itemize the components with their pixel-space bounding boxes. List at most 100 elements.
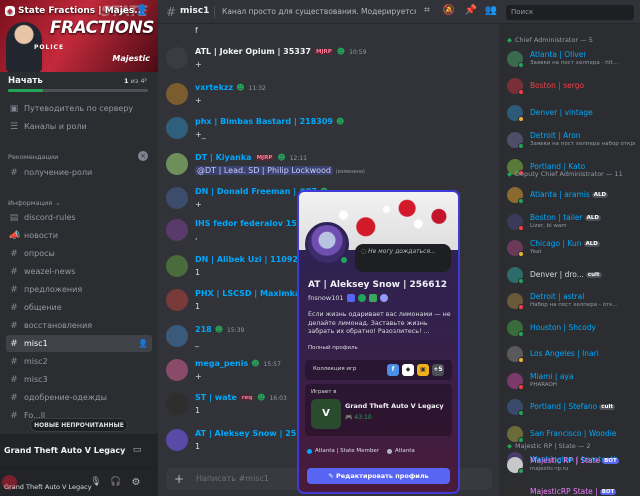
member-item[interactable]: Detroit | astral Набор на пост хелпера - … xyxy=(503,290,638,312)
chevron-down-icon[interactable]: ⌄ xyxy=(118,6,126,16)
member-item[interactable]: Houston | Shcody xyxy=(503,317,638,339)
avatar[interactable] xyxy=(166,429,188,451)
channel-item[interactable]: # misc1 👤 xyxy=(6,335,152,352)
avatar[interactable] xyxy=(166,325,188,347)
avatar[interactable] xyxy=(166,47,188,69)
role-emoji-icon: ☻ xyxy=(277,153,286,162)
guide-icon: ▣ xyxy=(9,103,19,114)
getting-started-title: Начать xyxy=(8,76,43,86)
profile-bio: Если жизнь одаривает вас лимонами — не д… xyxy=(308,311,451,335)
channel-item[interactable]: # общение xyxy=(6,299,152,316)
sidebar-item-guide[interactable]: ▣ Путеводитель по серверу xyxy=(6,100,152,117)
channel-item[interactable]: # misc3 xyxy=(6,371,152,388)
member-item[interactable]: Atlanta | Oliver Заявки на пост хелпера -… xyxy=(503,48,638,70)
member-item[interactable]: Atlanta | aramis ALD xyxy=(503,184,638,206)
channel-item[interactable]: # восстановления xyxy=(6,317,152,334)
member-item[interactable]: MajesticRP State | BOT xyxy=(503,481,638,496)
activity-panel[interactable]: Grand Theft Auto V Legacy ▭ xyxy=(0,434,158,468)
booster-badge-icon[interactable] xyxy=(357,294,366,302)
hypesquad-badge-icon[interactable] xyxy=(379,294,388,302)
message-author[interactable]: vxrtekzz ☻ 11:32 xyxy=(195,83,266,92)
game-collection-label: Коллекция игр xyxy=(313,366,357,372)
avatar[interactable] xyxy=(166,255,188,277)
composer-placeholder: Написать #misc1 xyxy=(196,474,269,483)
members-list-icon[interactable]: 👥 xyxy=(484,5,498,19)
getting-started[interactable]: Начать 1 из 4 › xyxy=(0,72,158,102)
channel-topic[interactable]: Канал просто для существования. Модериру… xyxy=(222,7,416,16)
pin-icon[interactable]: 📌 xyxy=(464,5,478,19)
controller-icon: 🎮 xyxy=(345,414,355,421)
search-input[interactable]: Поиск xyxy=(506,5,634,20)
channel-item[interactable]: # misc2 xyxy=(6,353,152,370)
avatar[interactable] xyxy=(166,359,188,381)
message-author[interactable]: phx | Bimbas Bastard | 218309 ☻ xyxy=(195,117,344,126)
chevron-right-icon: › xyxy=(144,75,148,84)
new-unread-pill[interactable]: НОВЫЕ НЕПРОЧИТАННЫЕ xyxy=(30,418,128,432)
member-item[interactable]: Boston | tailer ALD Lizer, bl wam xyxy=(503,211,638,233)
member-item[interactable]: Portland | Stefano cult xyxy=(503,396,638,418)
category-info[interactable]: Информация ⌄ xyxy=(8,199,61,207)
notification-mute-icon[interactable]: 🔕 xyxy=(442,5,456,19)
channel-item[interactable]: 📣 новости xyxy=(6,227,152,244)
online-status-icon xyxy=(339,255,349,265)
channel-item[interactable]: # одобрение-одежды xyxy=(6,389,152,406)
headphones-icon[interactable]: 🎧 xyxy=(110,477,122,489)
message-author[interactable]: ATL | Joker Opium | 35337 MJRP ☻ 10:59 xyxy=(195,47,366,56)
microphone-icon[interactable]: 🎙 xyxy=(90,477,102,489)
sidebar-item-channels-roles[interactable]: ☰ Каналы и роли xyxy=(6,118,152,135)
role-pill: Atlanta xyxy=(395,448,415,454)
member-item[interactable]: Denver | dro... cult xyxy=(503,264,638,286)
member-item[interactable]: Miami | aya PHARAOH xyxy=(503,370,638,392)
avatar[interactable] xyxy=(166,187,188,209)
member-item[interactable]: Boston | sergo xyxy=(503,75,638,97)
hash-icon: # xyxy=(10,392,18,403)
hash-icon: # xyxy=(166,5,177,19)
profile-roles: Atlanta | State Member Atlanta xyxy=(307,448,415,454)
full-profile-link[interactable]: Полный профиль xyxy=(308,345,358,351)
avatar[interactable] xyxy=(166,393,188,415)
hash-icon: # xyxy=(10,320,18,331)
status-dot xyxy=(518,383,524,390)
gamepad-icon[interactable]: ▭ xyxy=(130,445,144,457)
add-attachment-icon[interactable]: + xyxy=(172,472,186,486)
member-item[interactable]: Majestic RP | State BOT majestic-rp.ru xyxy=(503,454,638,476)
nitro-badge-icon[interactable] xyxy=(346,294,355,302)
edit-profile-button[interactable]: ✎ Редактировать профиль xyxy=(307,468,450,484)
invite-user-icon[interactable]: 👤 xyxy=(132,5,152,19)
avatar[interactable] xyxy=(166,153,188,175)
member-tag: ALD xyxy=(591,192,609,198)
channel-item[interactable]: # предложения xyxy=(6,281,152,298)
member-item[interactable]: Detroit | Aron Заявки на пост хелпера наб… xyxy=(503,129,638,151)
mention[interactable]: @DT | Lead. SD | Philip Lockwood xyxy=(195,166,333,175)
channel-item[interactable]: # weazel-news xyxy=(6,263,152,280)
member-item[interactable]: Los Angeles | Inari xyxy=(503,343,638,365)
member-name: Boston | sergo xyxy=(530,81,585,90)
member-item[interactable]: Chicago | Kun ALD Yeat xyxy=(503,237,638,259)
message-author[interactable]: 218 ☻ 15:39 xyxy=(195,325,244,334)
custom-status-bubble[interactable]: ◌ Не могу дождаться... xyxy=(355,244,451,272)
member-item[interactable]: Denver | vintage xyxy=(503,102,638,124)
message-author[interactable]: ST | wate req ☻ 16:03 xyxy=(195,393,287,402)
channel-item[interactable]: ▤ discord-rules xyxy=(6,209,152,226)
message-author[interactable]: DT | Kiyanka MJRP ☻ 12:11 xyxy=(195,153,307,162)
member-name: Portland | Stefano cult xyxy=(530,402,615,411)
close-icon[interactable]: × xyxy=(138,151,148,161)
avatar[interactable] xyxy=(166,219,188,241)
member-name: Denver | dro... cult xyxy=(530,269,602,279)
member-tag: BOT xyxy=(602,458,619,464)
roles-icon: ☰ xyxy=(9,121,19,132)
message-content: @DT | Lead. SD | Philip Lockwood (измене… xyxy=(195,166,365,175)
member-name: San Francisco | Woodie xyxy=(530,428,617,438)
threads-icon[interactable]: ⌗ xyxy=(420,5,434,19)
message-author[interactable]: mega_penis ☻ 15:57 xyxy=(195,359,281,368)
hash-icon: # xyxy=(10,284,18,295)
avatar[interactable] xyxy=(166,289,188,311)
avatar[interactable] xyxy=(166,117,188,139)
add-member-icon[interactable]: 👤 xyxy=(138,339,148,348)
game-collection[interactable]: Коллекция игр f ◆ ▣ +5 xyxy=(305,360,452,380)
quest-badge-icon[interactable] xyxy=(368,294,377,302)
channel-item[interactable]: # опросы xyxy=(6,245,152,262)
sidebar-item-get-roles[interactable]: # получение-роли xyxy=(6,164,152,181)
avatar[interactable] xyxy=(166,83,188,105)
gear-icon[interactable]: ⚙ xyxy=(130,477,142,489)
